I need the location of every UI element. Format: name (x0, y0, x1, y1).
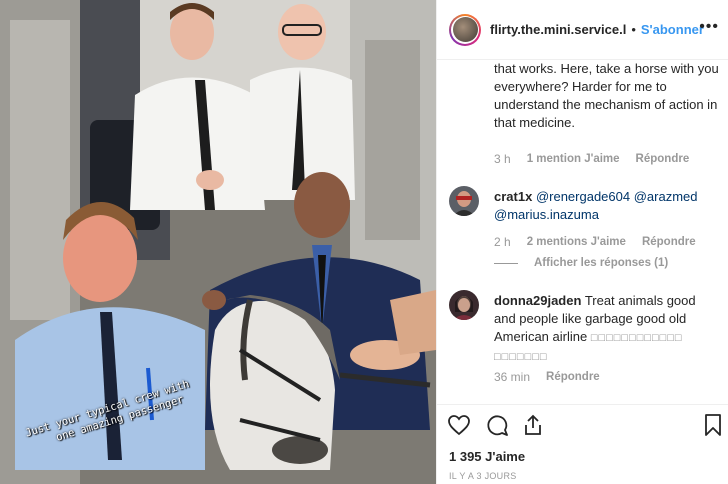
comment-2-mention-3[interactable]: @marius.inazuma (494, 207, 599, 222)
bookmark-icon[interactable] (701, 413, 725, 442)
post-photo[interactable]: Just your typical crew with one amazing … (0, 0, 436, 484)
view-replies-label: Afficher les réponses (1) (534, 257, 669, 269)
comment-3-username[interactable]: donna29jaden (494, 293, 581, 308)
comment-2-likes[interactable]: 2 mentions J'aime (527, 236, 626, 248)
likes-count[interactable]: 1 395 J'aime (449, 449, 525, 464)
comment-3-avatar[interactable] (449, 290, 479, 320)
more-options-icon[interactable]: ••• (699, 18, 719, 36)
comment-2-meta: 2 h 2 mentions J'aime Répondre (494, 235, 712, 249)
post-sidebar: flirty.the.mini.service.l • S'abonner ••… (436, 0, 728, 484)
comment-3-text: donna29jaden Treat animals good and peop… (494, 292, 720, 366)
heart-icon[interactable] (447, 413, 471, 442)
comments-list[interactable]: understand. I understand why and how tha… (437, 60, 728, 400)
avatar-inner (451, 15, 479, 44)
comment-2-mention-2[interactable]: @arazmed (634, 189, 698, 204)
comment-3-avatar-image (449, 290, 479, 320)
comment-1-meta: 3 h 1 mention J'aime Répondre (494, 152, 705, 166)
comment-2-mention-1[interactable]: @renergade604 (536, 189, 630, 204)
comment-1-likes[interactable]: 1 mention J'aime (527, 153, 620, 165)
comment-2-username[interactable]: crat1x (494, 189, 532, 204)
comment-2-avatar[interactable] (449, 186, 479, 216)
comment-3-meta: 36 min Répondre (494, 370, 616, 384)
replies-divider (494, 262, 518, 264)
comment-3-reply-button[interactable]: Répondre (546, 371, 600, 383)
photo-illustration (0, 0, 436, 484)
comment-icon[interactable] (485, 413, 509, 442)
comment-3-time[interactable]: 36 min (494, 370, 530, 384)
comment-2-time[interactable]: 2 h (494, 235, 511, 249)
comment-1-text: understand. I understand why and how tha… (494, 61, 719, 130)
post-username[interactable]: flirty.the.mini.service.l (490, 22, 626, 37)
comment-2-reply-button[interactable]: Répondre (642, 236, 696, 248)
follow-button[interactable]: S'abonner (641, 22, 704, 37)
separator-dot: • (631, 22, 636, 37)
comment-2-avatar-image (449, 186, 479, 216)
comment-2-text: crat1x @renergade604 @arazmed @marius.in… (494, 188, 720, 224)
avatar-image (452, 17, 478, 42)
post-actions: 1 395 J'aime IL Y A 3 JOURS (437, 404, 728, 484)
comment-1-reply-button[interactable]: Répondre (636, 153, 690, 165)
share-icon[interactable] (521, 413, 545, 442)
post-header: flirty.the.mini.service.l • S'abonner ••… (437, 0, 728, 60)
view-replies-button[interactable]: Afficher les réponses (1) (494, 257, 668, 269)
comment-1-time[interactable]: 3 h (494, 152, 511, 166)
post-timestamp[interactable]: IL Y A 3 JOURS (449, 471, 517, 481)
profile-avatar[interactable] (449, 13, 481, 46)
